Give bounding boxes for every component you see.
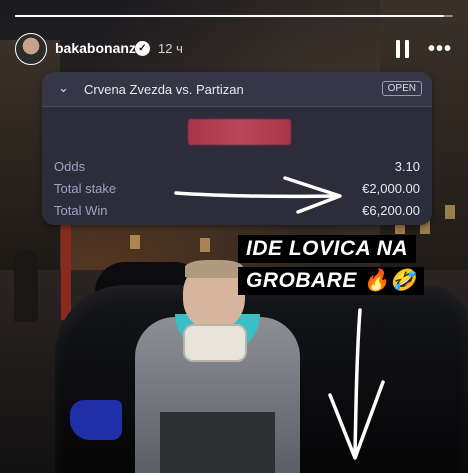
arrow-down-icon [353, 308, 362, 457]
caption-line-2: GROBARE 🔥🤣 [238, 267, 425, 295]
story-viewer[interactable]: bakabonanza ✓ 12 ч ••• ⌄ Crvena Zvezda v… [0, 0, 468, 473]
arrow-right-icon [174, 191, 340, 199]
caption-line-1: IDE LOVICA NA [238, 235, 417, 263]
